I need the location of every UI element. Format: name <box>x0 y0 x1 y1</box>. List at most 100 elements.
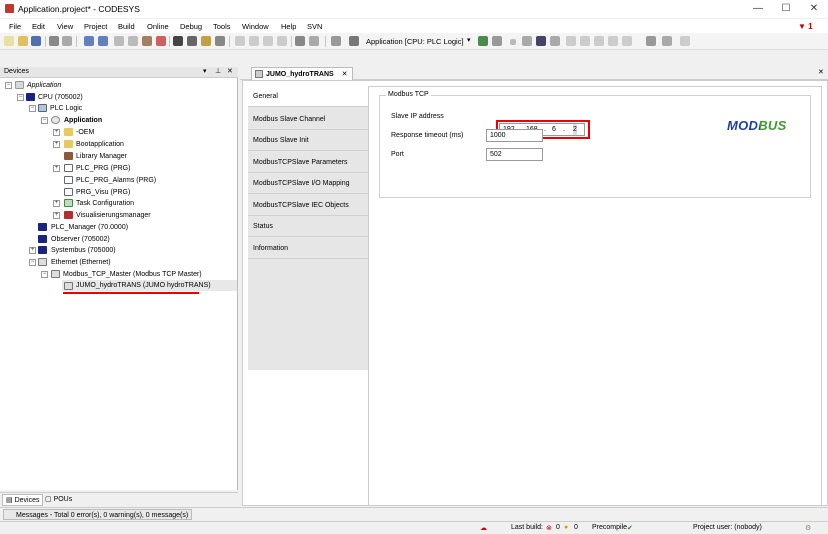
tree-collapse-toggle[interactable]: − <box>5 82 12 89</box>
tab-modbus-slave-channel[interactable]: Modbus Slave Channel <box>248 109 368 130</box>
tab-status[interactable]: Status <box>248 216 368 237</box>
active-application-combo[interactable]: Application [CPU: PLC Logic] <box>366 37 464 46</box>
autohide-pin-icon[interactable]: ⊥ <box>215 67 221 75</box>
tree-node-bootapplication[interactable]: Bootapplication <box>76 139 124 150</box>
tab-devices[interactable]: ▤ Devices <box>2 494 44 506</box>
tree-node-jumo-hydrotrans[interactable]: JUMO_hydroTRANS (JUMO hydroTRANS) <box>76 280 211 291</box>
new-icon[interactable] <box>4 36 14 46</box>
bookmark-clear-icon[interactable] <box>277 36 287 46</box>
tree-collapse-toggle[interactable]: − <box>17 94 24 101</box>
tab-information[interactable]: Information <box>248 238 368 259</box>
menu-project[interactable]: Project <box>84 22 107 31</box>
step-over-icon[interactable] <box>580 36 590 46</box>
panel-close-icon[interactable]: ✕ <box>227 67 233 75</box>
maximize-button[interactable]: ☐ <box>772 0 800 18</box>
tree-expand-toggle[interactable]: + <box>53 141 60 148</box>
print-preview-icon[interactable] <box>62 36 72 46</box>
chevron-down-icon[interactable]: ▾ <box>467 36 471 44</box>
tab-modbus-slave-init[interactable]: Modbus Slave Init <box>248 130 368 151</box>
tree-node-plc-manager[interactable]: PLC_Manager (70.0000) <box>51 222 128 233</box>
menu-help[interactable]: Help <box>281 22 296 31</box>
port-input[interactable]: 502 <box>486 148 543 161</box>
find-next-icon[interactable] <box>215 36 225 46</box>
menu-svn[interactable]: SVN <box>307 22 322 31</box>
bookmark-next-icon[interactable] <box>263 36 273 46</box>
tree-node-library-manager[interactable]: Library Manager <box>76 151 127 162</box>
menu-window[interactable]: Window <box>242 22 269 31</box>
menu-tools[interactable]: Tools <box>213 22 231 31</box>
messages-button[interactable]: Messages - Total 0 error(s), 0 warning(s… <box>3 509 193 520</box>
reset-icon[interactable] <box>536 36 546 46</box>
tree-collapse-toggle[interactable]: − <box>41 271 48 278</box>
redo-icon[interactable] <box>98 36 108 46</box>
tree-expand-toggle[interactable]: + <box>53 212 60 219</box>
step-icon[interactable] <box>550 36 560 46</box>
editor-tab-close[interactable]: ✕ <box>342 71 348 78</box>
find-in-project-icon[interactable] <box>201 36 211 46</box>
tree-node-visualisierungsmanager[interactable]: Visualisierungsmanager <box>76 210 151 221</box>
tree-node-task-configuration[interactable]: Task Configuration <box>76 198 134 209</box>
tab-pous[interactable]: ▢ POUs <box>42 494 75 506</box>
tree-node-prg-visu[interactable]: PRG_Visu (PRG) <box>76 187 130 198</box>
minimize-button[interactable]: — <box>744 0 772 18</box>
step-out-icon[interactable] <box>608 36 618 46</box>
response-timeout-input[interactable]: 1000 <box>486 129 543 142</box>
export-icon[interactable] <box>331 36 341 46</box>
breakpoint-icon[interactable] <box>566 36 576 46</box>
logout-icon[interactable] <box>492 36 502 46</box>
tree-expand-toggle[interactable]: + <box>53 129 60 136</box>
tab-modbustcpslave-iec-objects[interactable]: ModbusTCPSlave IEC Objects <box>248 195 368 216</box>
menu-file[interactable]: File <box>9 22 21 31</box>
save-icon[interactable] <box>31 36 41 46</box>
menu-view[interactable]: View <box>57 22 73 31</box>
tree-node-oem[interactable]: -OEM <box>76 127 94 138</box>
tree-expand-toggle[interactable]: + <box>53 165 60 172</box>
menu-build[interactable]: Build <box>118 22 135 31</box>
editor-tab-jumo-hydrotrans[interactable]: JUMO_hydroTRANS ✕ <box>251 67 353 80</box>
compile-icon[interactable] <box>349 36 359 46</box>
tab-modbustcpslave-parameters[interactable]: ModbusTCPSlave Parameters <box>248 152 368 173</box>
pin-icon[interactable]: ▾ <box>203 67 207 75</box>
window-icon[interactable] <box>295 36 305 46</box>
tree-node-ethernet[interactable]: Ethernet (Ethernet) <box>51 257 111 268</box>
force-values-icon[interactable] <box>662 36 672 46</box>
tab-general[interactable]: General <box>248 86 368 107</box>
tree-node-application[interactable]: Application <box>64 115 102 126</box>
menu-online[interactable]: Online <box>147 22 169 31</box>
step-into-icon[interactable] <box>594 36 604 46</box>
replace-icon[interactable] <box>187 36 197 46</box>
tree-node-cpu[interactable]: CPU (705002) <box>38 92 83 103</box>
start-icon[interactable] <box>510 39 516 45</box>
bookmark-icon[interactable] <box>235 36 245 46</box>
tree-node-application-root[interactable]: Application <box>27 80 61 91</box>
run-to-cursor-icon[interactable] <box>622 36 632 46</box>
tree-node-modbus-tcp-master[interactable]: Modbus_TCP_Master (Modbus TCP Master) <box>63 269 202 280</box>
tree-node-observer[interactable]: Observer (705002) <box>51 234 110 245</box>
tree-collapse-toggle[interactable]: − <box>41 117 48 124</box>
tree-node-systembus[interactable]: Systembus (705000) <box>51 245 116 256</box>
delete-icon[interactable] <box>156 36 166 46</box>
stop-icon[interactable] <box>522 36 532 46</box>
menu-debug[interactable]: Debug <box>180 22 202 31</box>
tree-node-plc-logic[interactable]: PLC Logic <box>50 103 82 114</box>
properties-icon[interactable] <box>309 36 319 46</box>
tree-expand-toggle[interactable]: + <box>53 200 60 207</box>
close-button[interactable]: ✕ <box>800 0 828 18</box>
copy-icon[interactable] <box>128 36 138 46</box>
toolbar-extra-icon[interactable] <box>680 36 690 46</box>
undo-icon[interactable] <box>84 36 94 46</box>
paste-icon[interactable] <box>142 36 152 46</box>
tree-expand-toggle[interactable]: + <box>29 247 36 254</box>
cut-icon[interactable] <box>114 36 124 46</box>
write-values-icon[interactable] <box>646 36 656 46</box>
menu-edit[interactable]: Edit <box>32 22 45 31</box>
tree-collapse-toggle[interactable]: − <box>29 105 36 112</box>
user-management-icon[interactable]: ⚙ <box>805 524 811 532</box>
tree-collapse-toggle[interactable]: − <box>29 259 36 266</box>
editor-close-icon[interactable]: ✕ <box>818 68 824 76</box>
bookmark-prev-icon[interactable] <box>249 36 259 46</box>
tab-modbustcpslave-io-mapping[interactable]: ModbusTCPSlave I/O Mapping <box>248 173 368 194</box>
print-icon[interactable] <box>49 36 59 46</box>
login-icon[interactable] <box>478 36 488 46</box>
ip-octet-3[interactable]: 6 <box>552 124 556 135</box>
